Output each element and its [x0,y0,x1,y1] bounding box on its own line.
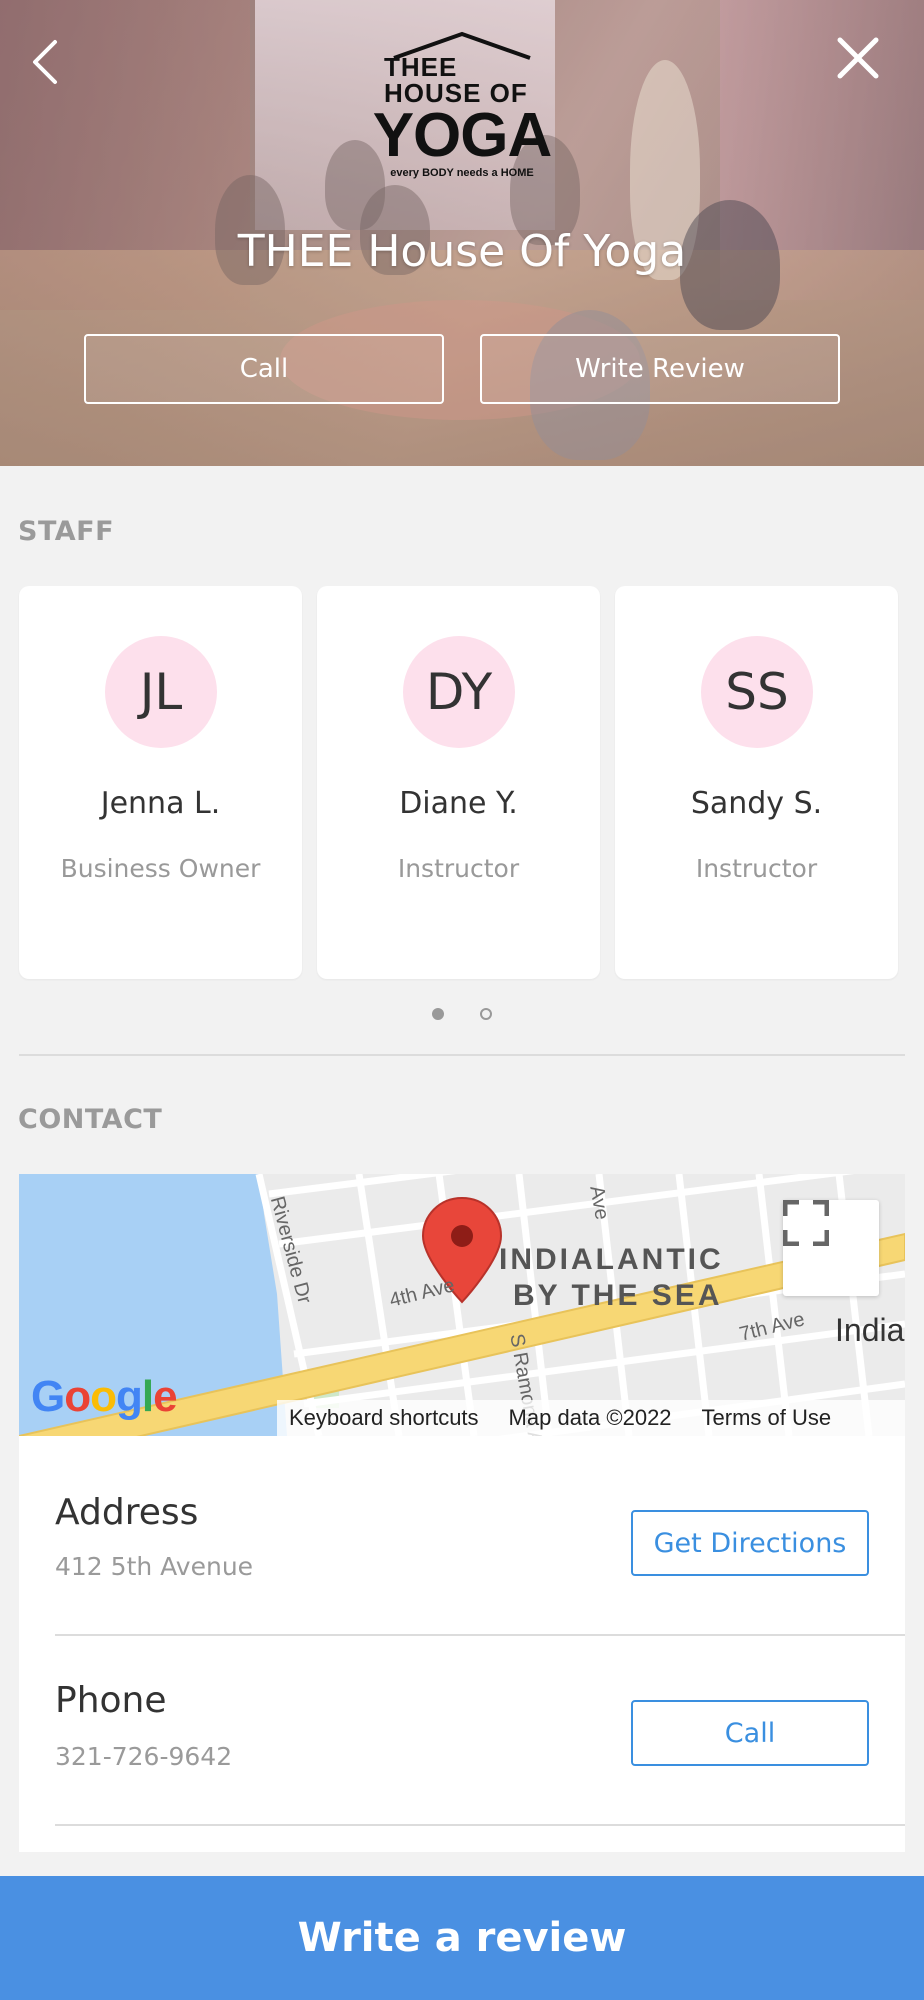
logo-big-text: YOGA [372,101,553,170]
address-value: 412 5th Avenue [55,1552,254,1581]
staff-heading: STAFF [18,516,115,547]
phone-row: Phone 321-726-9642 Call [19,1636,905,1826]
back-button[interactable] [16,30,72,94]
section-divider [19,1054,905,1056]
address-title: Address [55,1492,199,1533]
logo-tagline: every BODY needs a HOME [390,167,534,179]
staff-card[interactable]: DY Diane Y. Instructor [317,586,600,979]
get-directions-button[interactable]: Get Directions [631,1510,869,1576]
staff-card[interactable]: JL Jenna L. Business Owner [19,586,302,979]
write-review-cta-button[interactable]: Write a review [0,1876,924,2000]
avatar: JL [105,636,217,748]
logo-small-text: THEE HOUSE OF [384,52,528,108]
contact-heading: CONTACT [18,1104,163,1135]
pagination-dot[interactable] [480,1008,492,1020]
keyboard-shortcuts-link[interactable]: Keyboard shortcuts [289,1405,479,1431]
staff-role: Instructor [397,854,520,883]
staff-name: Sandy S. [690,786,823,821]
map-data-text: Map data ©2022 [508,1405,672,1430]
address-row: Address 412 5th Avenue Get Directions [19,1436,905,1626]
location-map[interactable]: Riverside Dr 4th Ave 7th Ave S Ramona Av… [19,1174,905,1436]
staff-name: Diane Y. [399,786,518,821]
staff-card[interactable]: SS Sandy S. Instructor [615,586,898,979]
carousel-pagination [0,1008,924,1020]
map-area-line1: INDIALANTIC [499,1243,724,1276]
contact-details: Address 412 5th Avenue Get Directions Ph… [19,1436,905,1852]
terms-of-use-link[interactable]: Terms of Use [702,1405,832,1431]
close-button[interactable] [826,26,890,90]
staff-role: Instructor [695,854,818,883]
pagination-dot-active[interactable] [432,1008,444,1020]
staff-role: Business Owner [60,854,261,883]
avatar: SS [701,636,813,748]
hero-call-button[interactable]: Call [84,334,444,404]
avatar: DY [403,636,515,748]
business-logo: THEE HOUSE OF YOGA every BODY needs a HO… [373,30,552,180]
map-area-label: INDIALANTIC BY THE SEA [499,1242,724,1314]
google-logo[interactable]: Google [31,1372,178,1422]
phone-title: Phone [55,1680,167,1721]
phone-call-button[interactable]: Call [631,1700,869,1766]
business-title: THEE House Of Yoga [237,226,687,277]
fullscreen-icon [783,1200,829,1246]
map-area-line2: BY THE SEA [513,1279,723,1312]
row-divider [55,1824,905,1826]
map-city-label: India [835,1312,905,1348]
hero-banner: THEE HOUSE OF YOGA every BODY needs a HO… [0,0,924,466]
staff-name: Jenna L. [100,786,221,821]
chevron-left-icon [33,40,57,84]
phone-value: 321-726-9642 [55,1742,233,1771]
map-fullscreen-button[interactable] [783,1200,879,1296]
map-attribution-bar: Keyboard shortcuts Map data ©2022 Terms … [277,1400,905,1436]
hero-write-review-button[interactable]: Write Review [480,334,840,404]
close-icon [837,37,879,79]
